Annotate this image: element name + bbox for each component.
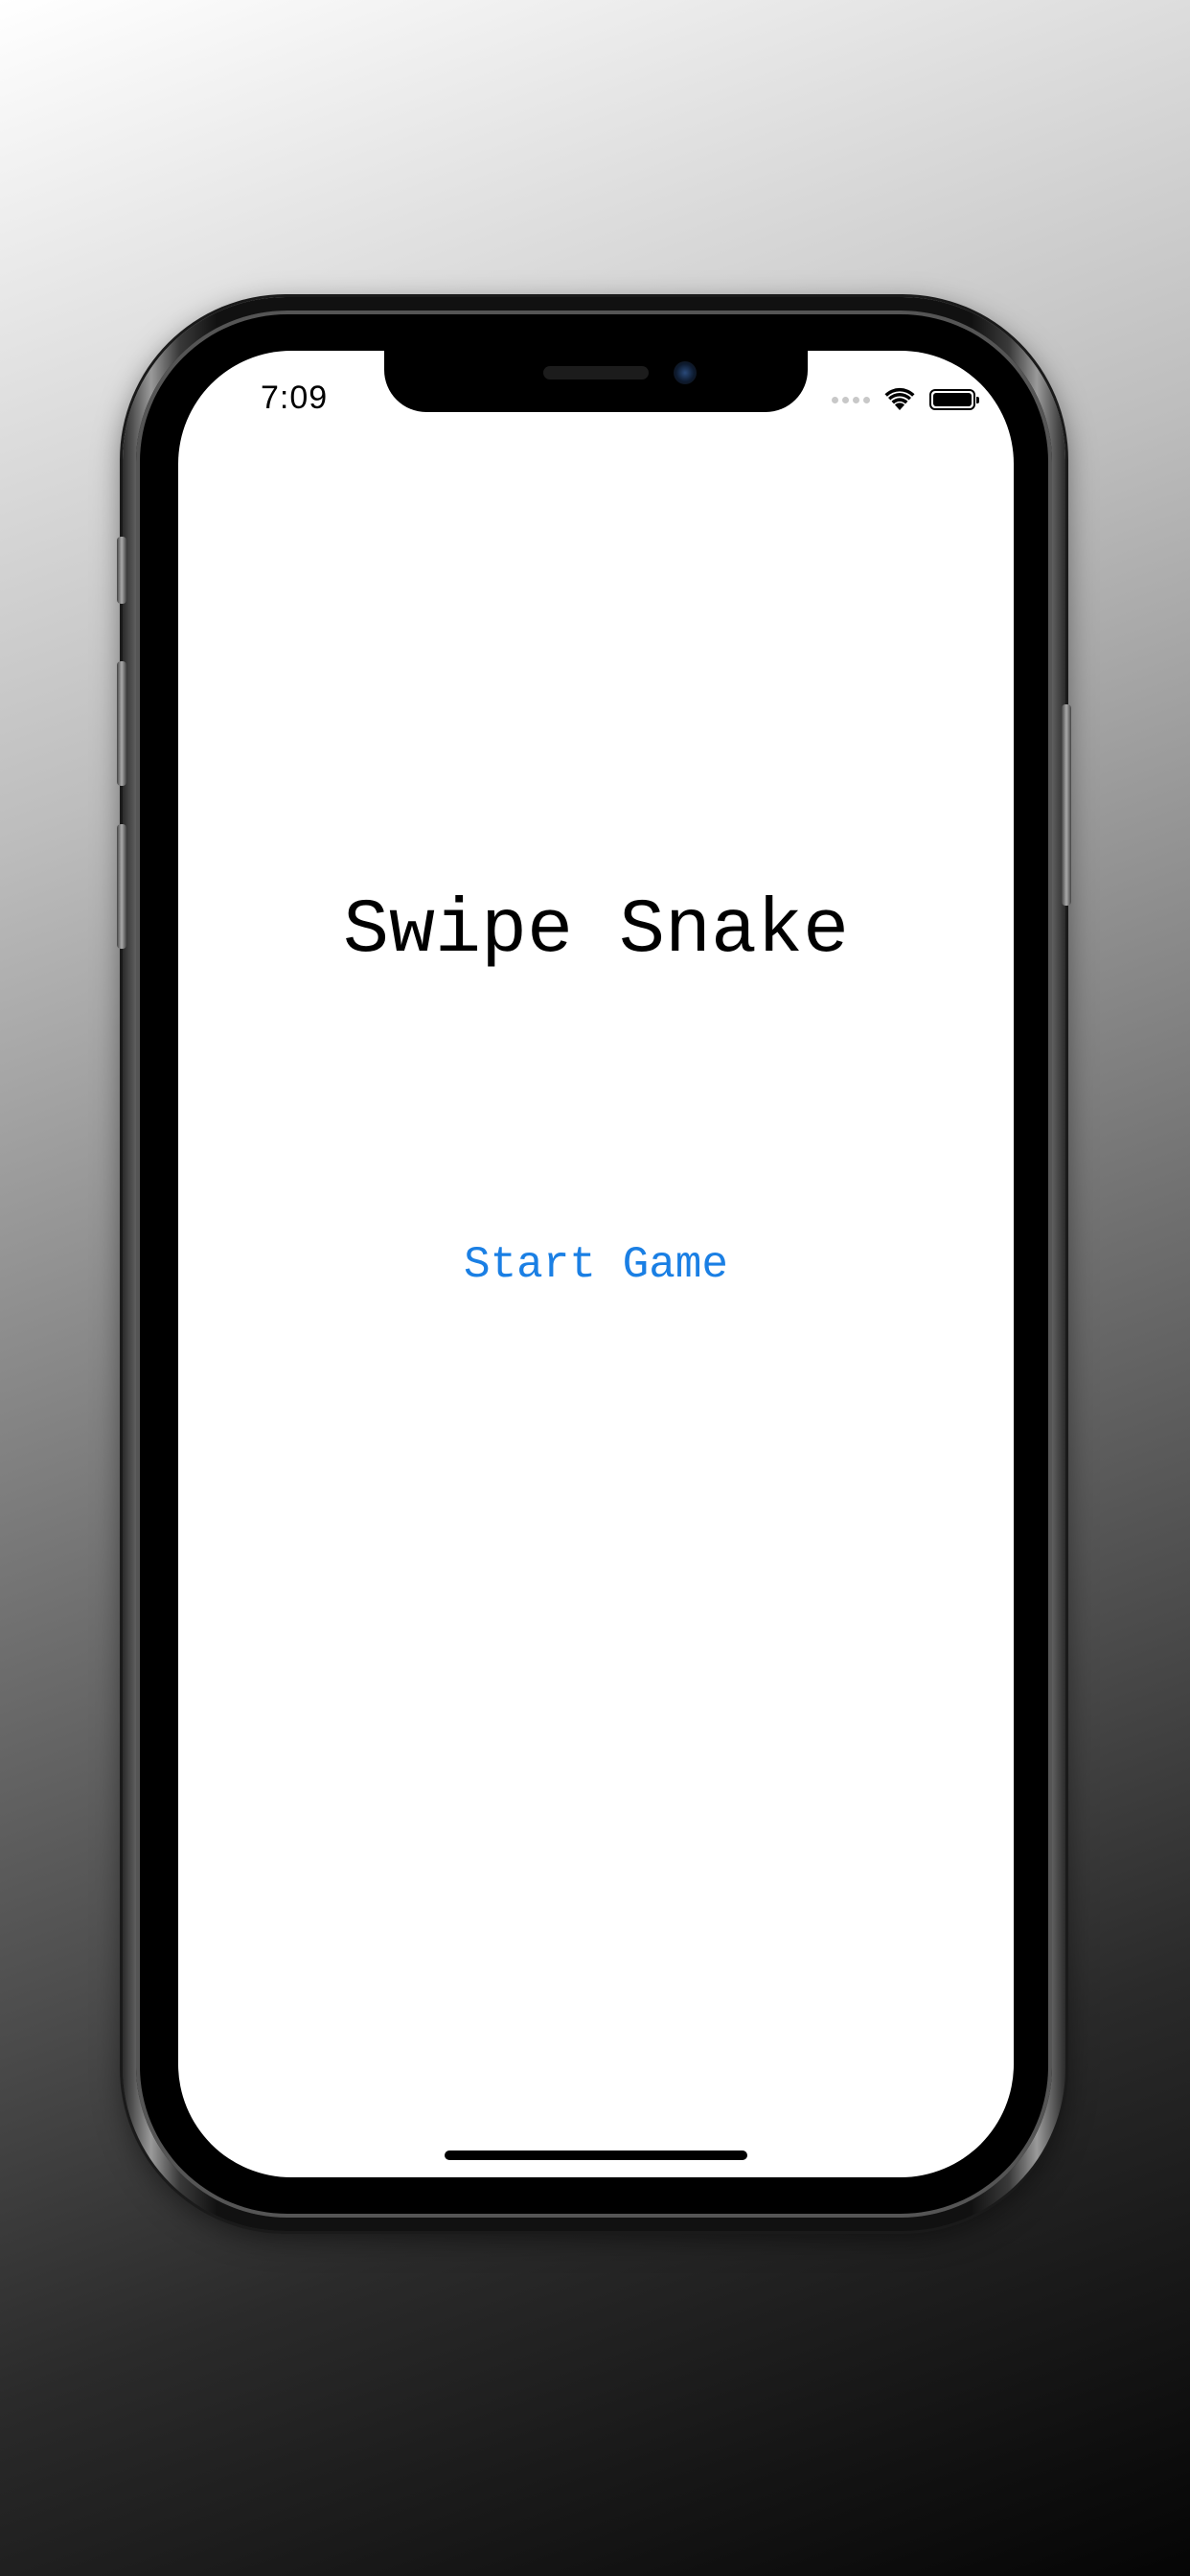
start-game-button[interactable]: Start Game <box>178 1240 1014 1290</box>
volume-up-button <box>117 661 126 786</box>
silent-switch <box>117 537 126 604</box>
home-indicator[interactable] <box>445 2150 747 2160</box>
battery-fill <box>933 393 972 406</box>
volume-down-button <box>117 824 126 949</box>
status-indicators <box>832 385 979 414</box>
app-screen: 7:09 Swipe Snake Start Game <box>178 351 1014 2177</box>
earpiece-speaker <box>543 366 649 380</box>
battery-icon <box>929 389 979 410</box>
cellular-signal-icon <box>832 396 870 403</box>
wifi-icon <box>884 387 915 410</box>
notch <box>384 351 808 412</box>
power-button <box>1062 704 1071 906</box>
front-camera-icon <box>674 361 697 384</box>
status-time: 7:09 <box>261 380 329 416</box>
game-title: Swipe Snake <box>342 887 850 975</box>
